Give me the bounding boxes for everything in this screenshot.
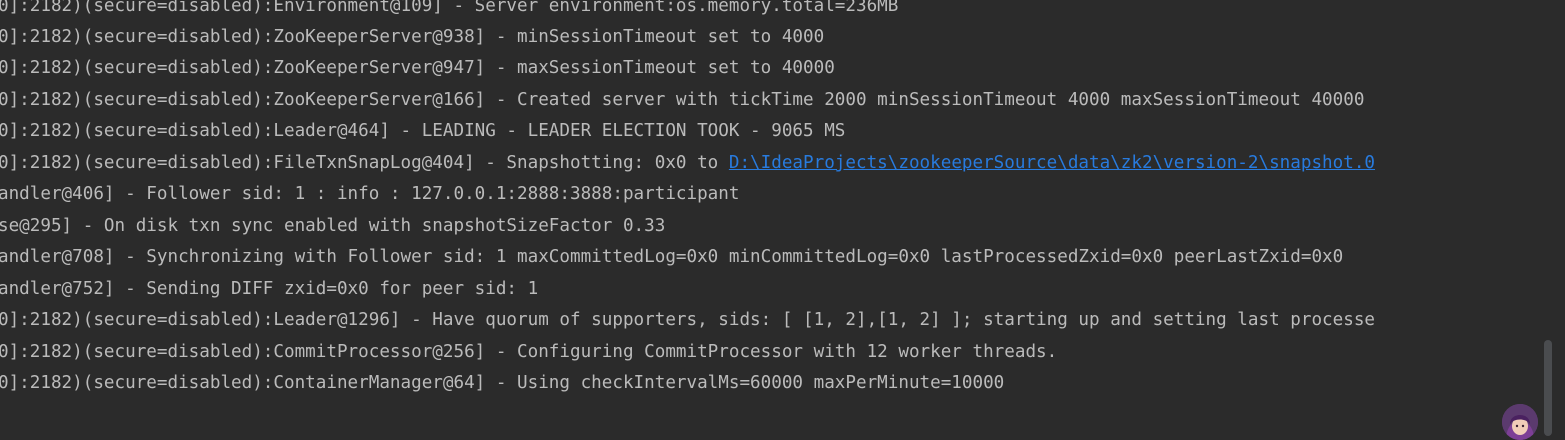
scrollbar-thumb[interactable] [1544,340,1552,436]
log-line: 0]:2182)(secure=disabled):CommitProcesso… [0,340,1057,364]
log-line-text: 0]:2182)(secure=disabled):Leader@464] - … [0,121,846,141]
log-line: 0]:2182)(secure=disabled):Leader@1296] -… [0,308,1375,332]
log-line-text: 0]:2182)(secure=disabled):ZooKeeperServe… [0,27,825,47]
vertical-scrollbar[interactable] [1541,0,1565,436]
log-line-text: se@295] - On disk txn sync enabled with … [0,216,666,236]
log-line: 0]:2182)(secure=disabled):ZooKeeperServe… [0,88,1364,112]
log-line-text: 0]:2182)(secure=disabled):Leader@1296] -… [0,310,1376,330]
log-line: andler@752] - Sending DIFF zxid=0x0 for … [0,277,538,301]
log-line-text: 0]:2182)(secure=disabled):Environment@10… [0,0,899,16]
snapshot-file-link[interactable]: D:\IdeaProjects\zookeeperSource\data\zk2… [729,153,1375,173]
log-line-text: 0]:2182)(secure=disabled):CommitProcesso… [0,342,1058,362]
log-line: 0]:2182)(secure=disabled):ZooKeeperServe… [0,56,835,80]
avatar-icon [1502,404,1538,440]
log-line: 0]:2182)(secure=disabled):Leader@464] - … [0,119,845,143]
log-line: 0]:2182)(secure=disabled):ContainerManag… [0,371,1004,395]
log-line-text: andler@406] - Follower sid: 1 : info : 1… [0,184,740,204]
log-line-text: 0]:2182)(secure=disabled):FileTxnSnapLog… [0,153,729,173]
log-line-text: andler@708] - Synchronizing with Followe… [0,247,1344,267]
log-line-text: andler@752] - Sending DIFF zxid=0x0 for … [0,279,539,299]
log-line-text: 0]:2182)(secure=disabled):ContainerManag… [0,373,1005,393]
log-line: 0]:2182)(secure=disabled):ZooKeeperServe… [0,25,824,49]
log-line: andler@708] - Synchronizing with Followe… [0,245,1343,269]
avatar [1502,404,1538,440]
log-line: andler@406] - Follower sid: 1 : info : 1… [0,182,739,206]
console-output[interactable]: 0]:2182)(secure=disabled):Environment@10… [0,0,1541,436]
log-line: 0]:2182)(secure=disabled):FileTxnSnapLog… [0,151,1375,175]
log-line: 0]:2182)(secure=disabled):Environment@10… [0,0,898,18]
log-line: se@295] - On disk txn sync enabled with … [0,214,665,238]
log-line-text: 0]:2182)(secure=disabled):ZooKeeperServe… [0,90,1365,110]
log-line-text: 0]:2182)(secure=disabled):ZooKeeperServe… [0,58,835,78]
